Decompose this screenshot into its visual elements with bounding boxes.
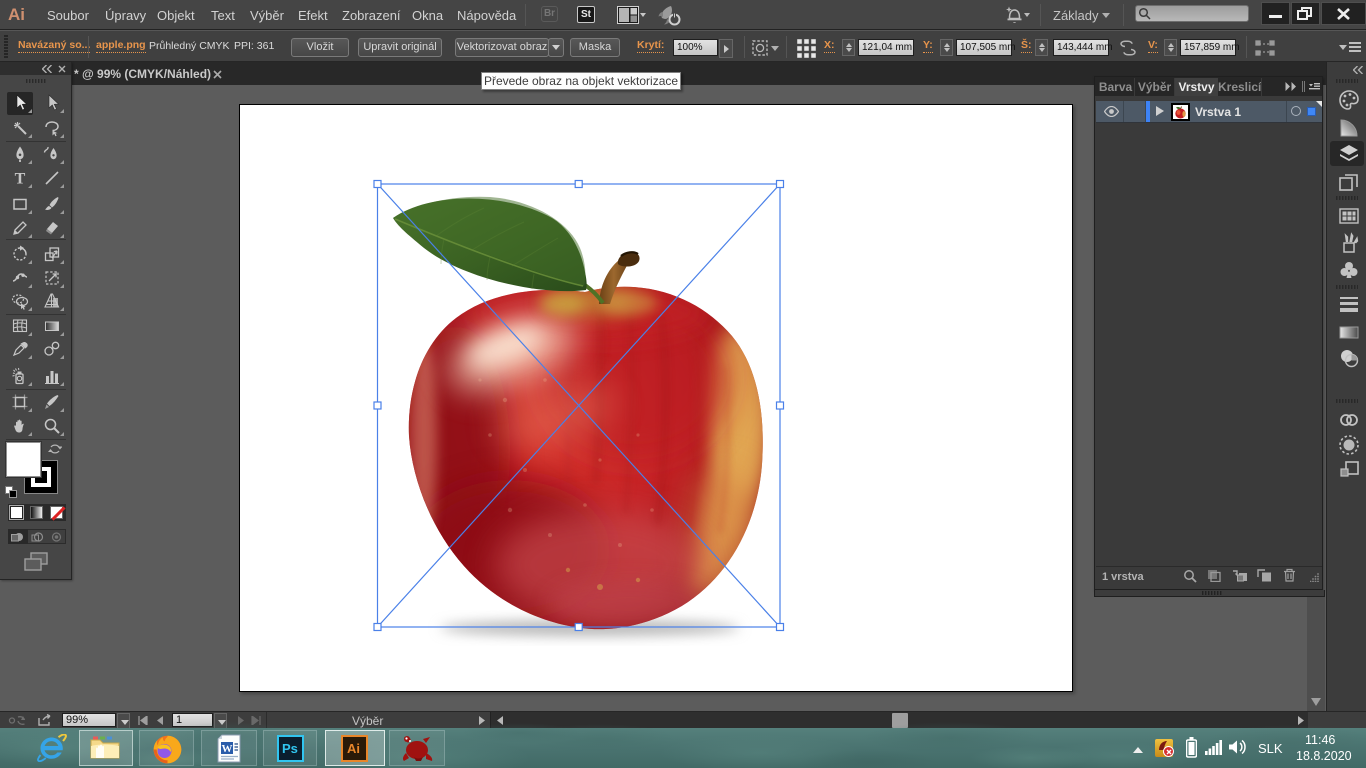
svg-text:W: W bbox=[222, 743, 233, 755]
svg-text:T: T bbox=[15, 171, 26, 188]
